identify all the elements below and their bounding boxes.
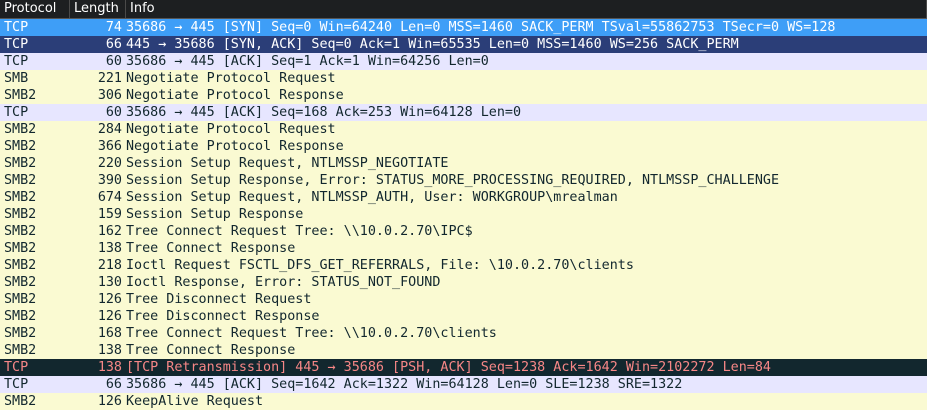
column-header-protocol[interactable]: Protocol	[0, 0, 70, 18]
cell-info: Ioctl Request FSCTL_DFS_GET_REFERRALS, F…	[126, 258, 634, 273]
cell-protocol: SMB2	[4, 309, 37, 324]
cell-protocol: SMB2	[4, 343, 37, 358]
packet-row[interactable]: SMB2 218 Ioctl Request FSCTL_DFS_GET_REFER…	[0, 257, 927, 274]
cell-info: 35686 → 445 [ACK] Seq=1642 Ack=1322 Win=…	[126, 377, 683, 392]
cell-length: 66	[105, 377, 122, 392]
packet-row[interactable]: SMB2 159 Session Setup Response	[0, 206, 927, 223]
cell-protocol: SMB2	[4, 394, 37, 409]
cell-protocol: SMB2	[4, 190, 37, 205]
packet-row[interactable]: SMB2 390 Session Setup Response, Error: ST…	[0, 172, 927, 189]
packet-list[interactable]: Protocol Length Info TCP 74 35686 → 445 [S…	[0, 0, 927, 410]
packet-row[interactable]: SMB2 674 Session Setup Request, NTLMSSP_AU…	[0, 189, 927, 206]
cell-length: 218	[97, 258, 122, 273]
cell-length: 168	[97, 326, 122, 341]
cell-protocol: SMB2	[4, 122, 37, 137]
cell-length: 60	[105, 105, 122, 120]
cell-protocol: SMB2	[4, 292, 37, 307]
cell-protocol: TCP	[4, 54, 29, 69]
packet-row[interactable]: TCP 60 35686 → 445 [ACK] Seq=168 Ack=253 W…	[0, 104, 927, 121]
cell-info: Negotiate Protocol Response	[126, 88, 344, 103]
cell-protocol: TCP	[4, 360, 29, 375]
cell-length: 159	[97, 207, 122, 222]
packet-row[interactable]: SMB2 162 Tree Connect Request Tree: \\10.0…	[0, 223, 927, 240]
packet-row[interactable]: TCP 66 35686 → 445 [ACK] Seq=1642 Ack=1322…	[0, 376, 927, 393]
cell-protocol: SMB2	[4, 156, 37, 171]
cell-info: Session Setup Response, Error: STATUS_MO…	[126, 173, 780, 188]
cell-length: 66	[105, 37, 122, 52]
cell-info: Ioctl Response, Error: STATUS_NOT_FOUND	[126, 275, 441, 290]
cell-length: 74	[105, 20, 122, 35]
cell-protocol: TCP	[4, 20, 29, 35]
packet-row[interactable]: SMB2 220 Session Setup Request, NTLMSSP_NE…	[0, 155, 927, 172]
packet-row[interactable]: TCP 138 [TCP Retransmission] 445 → 35686 […	[0, 359, 927, 376]
packet-row[interactable]: TCP 60 35686 → 445 [ACK] Seq=1 Ack=1 Win=6…	[0, 53, 927, 70]
cell-info: 445 → 35686 [SYN, ACK] Seq=0 Ack=1 Win=6…	[126, 37, 739, 52]
packet-row[interactable]: SMB2 138 Tree Connect Response	[0, 342, 927, 359]
cell-info: KeepAlive Request	[126, 394, 264, 409]
packet-row[interactable]: TCP 66 445 → 35686 [SYN, ACK] Seq=0 Ack=1 …	[0, 36, 927, 53]
cell-info: 35686 → 445 [ACK] Seq=1 Ack=1 Win=64256 …	[126, 54, 489, 69]
cell-protocol: SMB2	[4, 224, 37, 239]
cell-info: 35686 → 445 [SYN] Seq=0 Win=64240 Len=0 …	[126, 20, 836, 35]
cell-info: Negotiate Protocol Request	[126, 71, 336, 86]
cell-length: 390	[97, 173, 122, 188]
packet-row[interactable]: SMB2 130 Ioctl Response, Error: STATUS_NOT…	[0, 274, 927, 291]
packet-row[interactable]: SMB2 126 Tree Disconnect Request	[0, 291, 927, 308]
packet-row[interactable]: SMB2 366 Negotiate Protocol Response	[0, 138, 927, 155]
column-header-info[interactable]: Info	[126, 0, 927, 18]
cell-length: 162	[97, 224, 122, 239]
cell-info: Tree Disconnect Response	[126, 309, 320, 324]
packet-row[interactable]: SMB2 284 Negotiate Protocol Request	[0, 121, 927, 138]
cell-info: Session Setup Response	[126, 207, 304, 222]
packet-row[interactable]: TCP 74 35686 → 445 [SYN] Seq=0 Win=64240 L…	[0, 19, 927, 36]
cell-length: 126	[97, 309, 122, 324]
cell-info: Tree Connect Request Tree: \\10.0.2.70\I…	[126, 224, 473, 239]
cell-length: 366	[97, 139, 122, 154]
cell-length: 284	[97, 122, 122, 137]
cell-protocol: SMB2	[4, 326, 37, 341]
cell-length: 138	[97, 360, 122, 375]
cell-info: Tree Connect Response	[126, 241, 296, 256]
packet-row[interactable]: SMB2 126 Tree Disconnect Response	[0, 308, 927, 325]
packet-row[interactable]: SMB2 168 Tree Connect Request Tree: \\10.0…	[0, 325, 927, 342]
cell-protocol: SMB2	[4, 88, 37, 103]
cell-length: 674	[97, 190, 122, 205]
cell-length: 138	[97, 343, 122, 358]
cell-protocol: TCP	[4, 37, 29, 52]
cell-length: 60	[105, 54, 122, 69]
cell-info: Session Setup Request, NTLMSSP_NEGOTIATE	[126, 156, 449, 171]
cell-info: Tree Connect Request Tree: \\10.0.2.70\c…	[126, 326, 497, 341]
cell-protocol: TCP	[4, 377, 29, 392]
cell-length: 221	[97, 71, 122, 86]
cell-protocol: TCP	[4, 105, 29, 120]
cell-info: Tree Disconnect Request	[126, 292, 312, 307]
cell-info: 35686 → 445 [ACK] Seq=168 Ack=253 Win=64…	[126, 105, 522, 120]
cell-length: 306	[97, 88, 122, 103]
column-header: Protocol Length Info	[0, 0, 927, 19]
cell-protocol: SMB2	[4, 258, 37, 273]
cell-info: Tree Connect Response	[126, 343, 296, 358]
cell-protocol: SMB2	[4, 139, 37, 154]
cell-info: Negotiate Protocol Response	[126, 139, 344, 154]
packet-row[interactable]: SMB2 306 Negotiate Protocol Response	[0, 87, 927, 104]
cell-length: 220	[97, 156, 122, 171]
packet-row[interactable]: SMB2 138 Tree Connect Response	[0, 240, 927, 257]
packet-row[interactable]: SMB2 126 KeepAlive Request	[0, 393, 927, 410]
cell-protocol: SMB2	[4, 275, 37, 290]
cell-info: Session Setup Request, NTLMSSP_AUTH, Use…	[126, 190, 618, 205]
column-header-length[interactable]: Length	[70, 0, 126, 18]
packet-rows: TCP 74 35686 → 445 [SYN] Seq=0 Win=64240 L…	[0, 19, 927, 410]
cell-info: Negotiate Protocol Request	[126, 122, 336, 137]
cell-length: 138	[97, 241, 122, 256]
cell-protocol: SMB	[4, 71, 29, 86]
cell-length: 126	[97, 394, 122, 409]
cell-length: 130	[97, 275, 122, 290]
cell-info: [TCP Retransmission] 445 → 35686 [PSH, A…	[126, 360, 771, 375]
cell-protocol: SMB2	[4, 173, 37, 188]
packet-row[interactable]: SMB 221 Negotiate Protocol Request	[0, 70, 927, 87]
cell-protocol: SMB2	[4, 241, 37, 256]
cell-protocol: SMB2	[4, 207, 37, 222]
cell-length: 126	[97, 292, 122, 307]
